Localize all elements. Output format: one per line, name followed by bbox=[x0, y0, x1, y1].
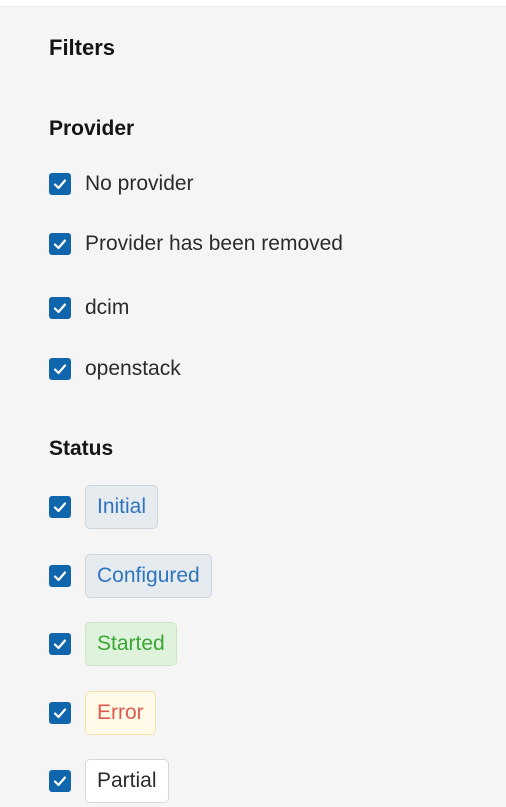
status-option-error[interactable]: Error bbox=[49, 691, 156, 735]
check-icon bbox=[53, 571, 67, 582]
filters-panel: Filters Provider No provider Provider ha… bbox=[0, 6, 506, 807]
provider-option-label[interactable]: dcim bbox=[85, 296, 129, 320]
status-badge[interactable]: Configured bbox=[85, 554, 212, 598]
status-badge[interactable]: Initial bbox=[85, 485, 159, 529]
check-icon bbox=[53, 502, 67, 513]
checkbox-checked-icon[interactable] bbox=[49, 770, 71, 792]
provider-option-openstack[interactable]: openstack bbox=[49, 347, 181, 391]
status-option-partial[interactable]: Partial bbox=[49, 759, 169, 803]
filters-title: Filters bbox=[49, 35, 116, 60]
checkbox-checked-icon[interactable] bbox=[49, 297, 71, 319]
check-icon bbox=[53, 179, 67, 190]
checkbox-checked-icon[interactable] bbox=[49, 358, 71, 380]
check-icon bbox=[53, 639, 67, 650]
check-icon bbox=[53, 364, 67, 375]
status-badge[interactable]: Error bbox=[85, 691, 156, 735]
provider-heading: Provider bbox=[49, 117, 135, 140]
check-icon bbox=[53, 303, 67, 314]
status-badge[interactable]: Partial bbox=[85, 759, 169, 803]
checkbox-checked-icon[interactable] bbox=[49, 233, 71, 255]
provider-option-provider-removed[interactable]: Provider has been removed bbox=[49, 222, 343, 266]
checkbox-checked-icon[interactable] bbox=[49, 496, 71, 518]
provider-option-label[interactable]: No provider bbox=[85, 172, 194, 196]
checkbox-checked-icon[interactable] bbox=[49, 633, 71, 655]
check-icon bbox=[53, 708, 67, 719]
status-heading: Status bbox=[49, 437, 114, 460]
checkbox-checked-icon[interactable] bbox=[49, 702, 71, 724]
status-badge[interactable]: Started bbox=[85, 622, 177, 666]
status-option-initial[interactable]: Initial bbox=[49, 485, 159, 529]
provider-option-label[interactable]: openstack bbox=[85, 357, 181, 381]
provider-option-dcim[interactable]: dcim bbox=[49, 286, 129, 330]
provider-option-label[interactable]: Provider has been removed bbox=[85, 232, 343, 256]
checkbox-checked-icon[interactable] bbox=[49, 565, 71, 587]
status-option-started[interactable]: Started bbox=[49, 622, 177, 666]
status-option-configured[interactable]: Configured bbox=[49, 554, 212, 598]
check-icon bbox=[53, 239, 67, 250]
provider-option-no-provider[interactable]: No provider bbox=[49, 162, 194, 206]
check-icon bbox=[53, 776, 67, 787]
checkbox-checked-icon[interactable] bbox=[49, 173, 71, 195]
